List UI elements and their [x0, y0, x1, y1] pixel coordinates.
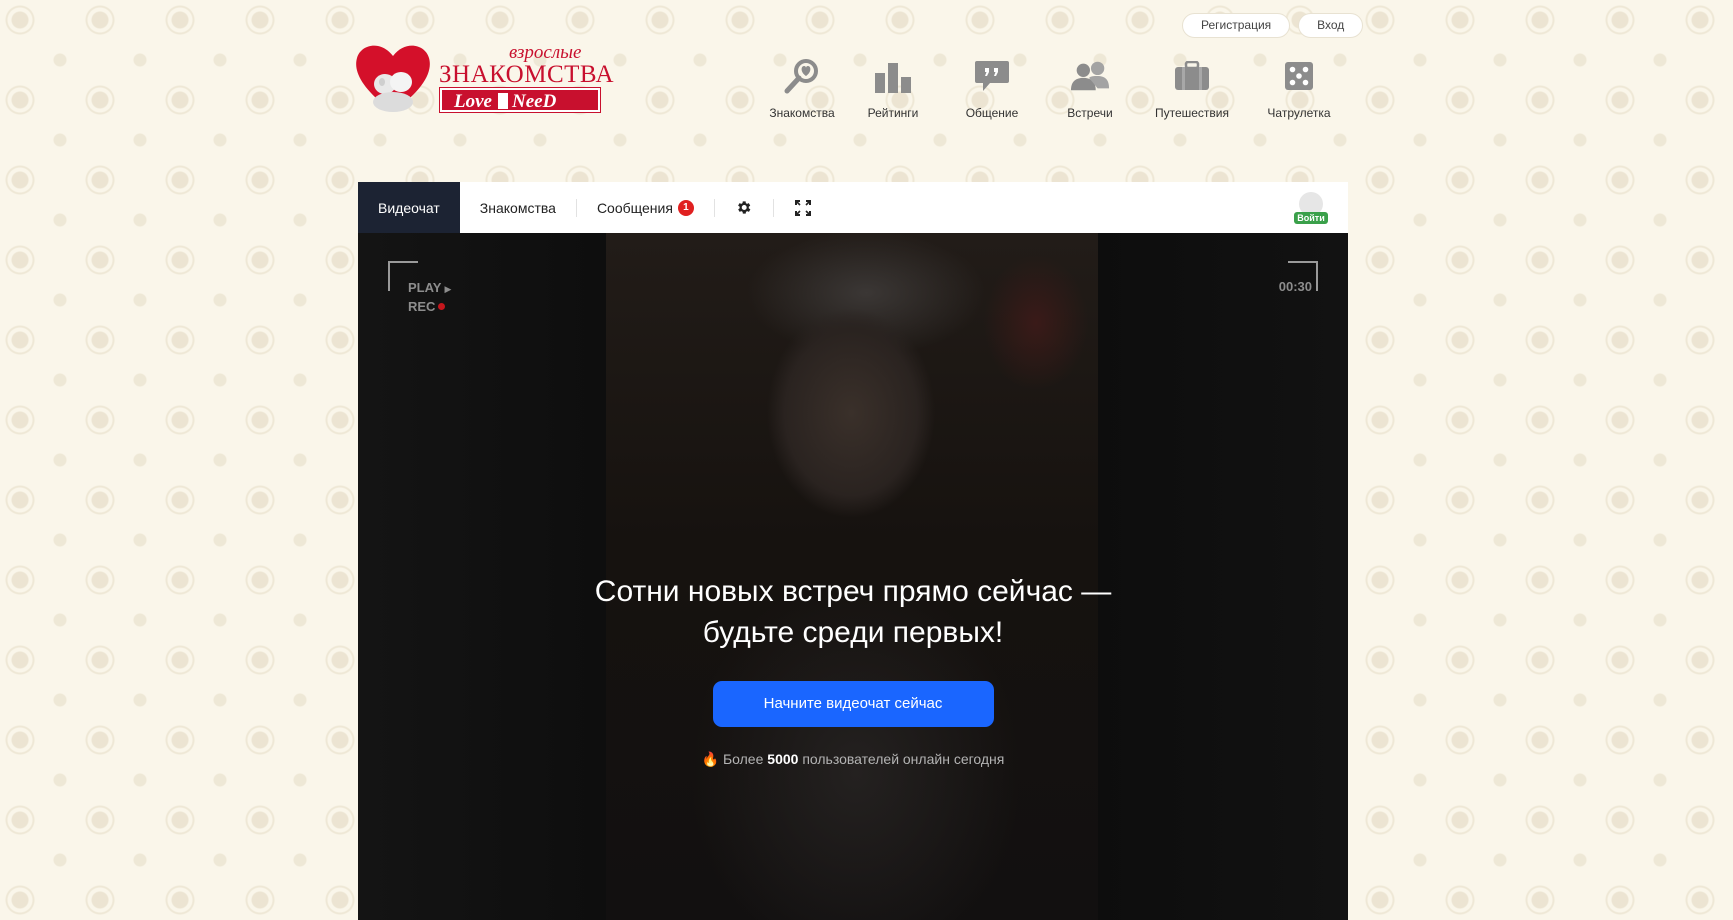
tab-dating[interactable]: Знакомства	[460, 182, 576, 233]
login-avatar-button[interactable]: Войти	[1294, 192, 1328, 226]
start-videochat-button[interactable]: Начните видеочат сейчас	[712, 681, 994, 727]
fullscreen-icon	[794, 199, 811, 216]
rec-dot-icon	[438, 303, 446, 310]
online-prefix: Более	[722, 751, 764, 767]
videochat-panel: Видеочат Знакомства Сообщения 1 Войти PL…	[358, 182, 1348, 920]
tab-messages[interactable]: Сообщения 1	[577, 182, 714, 233]
nav-label: Общение	[965, 106, 1019, 120]
logo-need: NeeD	[511, 91, 557, 112]
online-users-note: 🔥 Более 5000 пользователей онлайн сегодн…	[358, 751, 1348, 768]
rec-line: REC	[408, 298, 451, 316]
nav-label: Встречи	[1067, 106, 1113, 120]
site-logo[interactable]: взрослые ЗНАКОМСТВА Love NeeD	[353, 38, 614, 116]
register-button[interactable]: Регистрация	[1182, 13, 1291, 38]
rec-label: REC	[408, 299, 436, 314]
dice-icon	[1279, 56, 1319, 96]
cta-headline: Сотни новых встреч прямо сейчас — будьте…	[594, 575, 1112, 649]
nav-item-ratings[interactable]: Рейтинги	[844, 56, 942, 120]
search-heart-icon	[782, 56, 822, 96]
timer: 00:30	[1278, 279, 1312, 294]
login-button[interactable]: Вход	[1298, 13, 1364, 38]
logo-line2: ЗНАКОМСТВА	[439, 61, 615, 88]
suitcase-icon	[1172, 56, 1212, 96]
gear-icon	[738, 201, 751, 214]
rec-indicator: PLAY ▶ REC	[408, 279, 451, 316]
auth-links: Регистрация Вход	[1182, 13, 1364, 38]
nav-label: Чатрулетка	[1267, 106, 1331, 120]
messages-count-badge: 1	[677, 199, 694, 216]
online-count: 5000	[767, 751, 799, 767]
play-label: PLAY	[408, 280, 442, 295]
play-icon: ▶	[444, 284, 452, 294]
logo-love: Love	[454, 91, 492, 112]
nav-item-chatroulette[interactable]: Чатрулетка	[1246, 56, 1352, 120]
nav-label: Знакомства	[769, 106, 835, 120]
nav-item-meetings[interactable]: Встречи	[1042, 56, 1138, 120]
nav-item-chat[interactable]: Общение	[942, 56, 1042, 120]
chat-bubble-icon	[972, 56, 1012, 96]
login-badge: Войти	[1294, 212, 1328, 224]
logo-line3: Love NeeD	[440, 88, 600, 112]
settings-button[interactable]	[715, 182, 773, 233]
fire-icon: 🔥	[701, 751, 720, 767]
fullscreen-button[interactable]	[774, 182, 832, 233]
nav-label: Рейтинги	[867, 106, 919, 120]
tab-videochat[interactable]: Видеочат	[358, 182, 460, 233]
tab-messages-label: Сообщения	[596, 199, 673, 216]
nav-item-travel[interactable]: Путешествия	[1138, 56, 1246, 120]
nav-label: Путешествия	[1154, 106, 1230, 120]
heart-couple-icon	[356, 45, 430, 112]
videochat-tabbar: Видеочат Знакомства Сообщения 1 Войти	[358, 182, 1348, 233]
people-icon	[1070, 56, 1110, 96]
online-suffix: пользователей онлайн сегодня	[802, 751, 1005, 767]
play-indicator: PLAY ▶	[408, 279, 451, 298]
main-nav: Знакомства Рейтинги Общение Встречи Путе…	[760, 56, 1352, 120]
bar-chart-icon	[873, 56, 913, 96]
nav-item-dating[interactable]: Знакомства	[760, 56, 844, 120]
video-stage: PLAY ▶ REC 00:30 Сотни новых встреч прямо…	[358, 233, 1348, 920]
cta-block: Сотни новых встреч прямо сейчас — будьте…	[358, 571, 1348, 768]
